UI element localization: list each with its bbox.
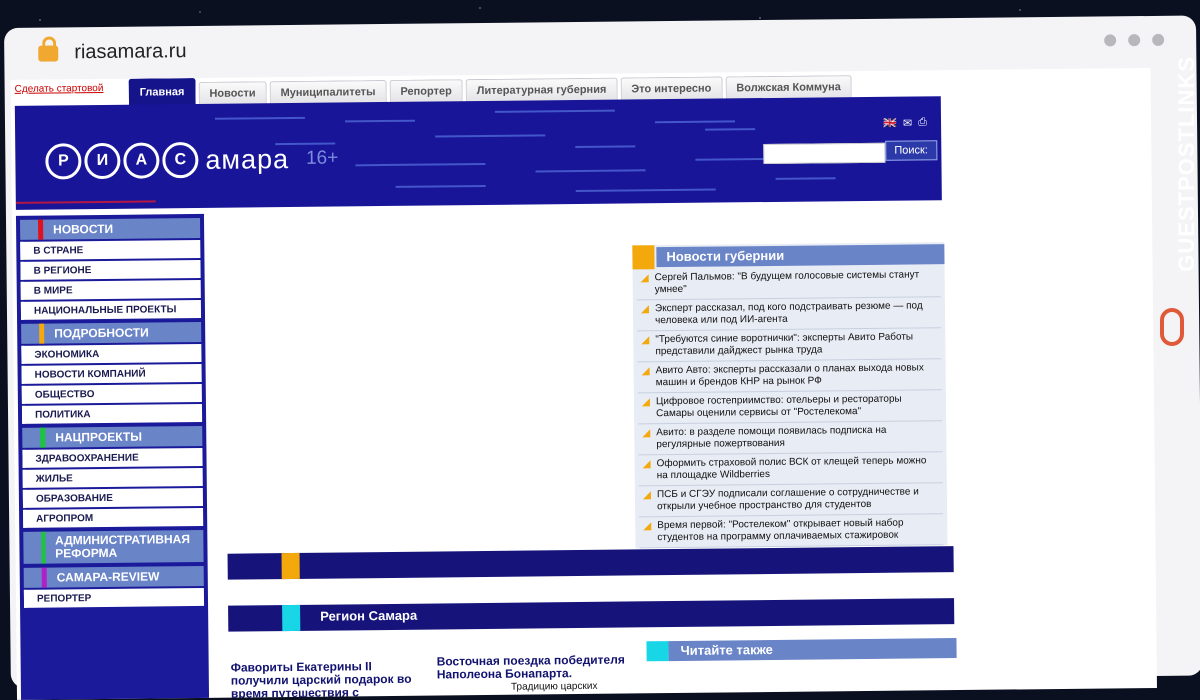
list-item[interactable]: ПСБ и СГЭУ подписали соглашение о сотруд… bbox=[638, 483, 944, 518]
logo-letter-s: С bbox=[162, 141, 199, 179]
search-input[interactable] bbox=[763, 142, 886, 165]
sidebar-item-national-projects[interactable]: НАЦИОНАЛЬНЫЕ ПРОЕКТЫ bbox=[20, 299, 202, 320]
sidebar-item-company-news[interactable]: НОВОСТИ КОМПАНИЙ bbox=[21, 363, 202, 384]
read-also-header: Читайте также bbox=[646, 638, 957, 662]
article-title[interactable]: Восточная поездка победителя Наполеона Б… bbox=[437, 653, 637, 682]
tab-municipalities[interactable]: Муниципалитеты bbox=[269, 79, 387, 105]
list-item[interactable]: Авито: в разделе помощи появилась подпис… bbox=[638, 421, 943, 456]
uk-flag-icon[interactable]: 🇬🇧 bbox=[883, 117, 897, 130]
make-start-link[interactable]: Сделать стартовой bbox=[15, 83, 104, 95]
province-news-block: Новости губернии Сергей Пальмов: "В буду… bbox=[632, 242, 948, 549]
tab-home[interactable]: Главная bbox=[128, 77, 196, 106]
web-page: Сделать стартовой Главная Новости Муници… bbox=[10, 67, 1157, 700]
age-rating: 16+ bbox=[305, 147, 339, 169]
search-button[interactable]: Поиск: bbox=[885, 140, 937, 161]
province-news-title: Новости губернии bbox=[656, 244, 945, 268]
window-dot-icon[interactable] bbox=[1104, 34, 1117, 47]
site-logo[interactable]: Р И А С амара 16+ bbox=[45, 141, 338, 180]
lock-icon bbox=[38, 45, 59, 62]
header-banner: Р И А С амара 16+ 🇬🇧 ✉ ⎙ Поиск: bbox=[14, 96, 942, 210]
divider-band bbox=[227, 546, 954, 580]
list-item[interactable]: Авито Авто: эксперты рассказали о планах… bbox=[637, 359, 942, 394]
list-item[interactable]: Время первой: "Ростелеком" открывает нов… bbox=[639, 514, 944, 549]
sidebar-section-news[interactable]: НОВОСТИ bbox=[20, 217, 201, 240]
sidebar-item-housing[interactable]: ЖИЛЬЕ bbox=[22, 467, 203, 488]
sidebar-section-samara-review[interactable]: САМАРА-REVIEW bbox=[23, 565, 204, 588]
list-item[interactable]: Сергей Пальмов: "В будущем голосовые сис… bbox=[636, 266, 941, 301]
sidebar-item-reporter[interactable]: РЕПОРТЕР bbox=[23, 587, 205, 608]
sidebar-item-economy[interactable]: ЭКОНОМИКА bbox=[21, 343, 202, 364]
sidebar-item-politics[interactable]: ПОЛИТИКА bbox=[21, 403, 203, 424]
section-marker bbox=[632, 245, 655, 270]
sidebar-item-region[interactable]: В РЕГИОНЕ bbox=[20, 259, 201, 280]
mail-icon[interactable]: ✉ bbox=[903, 116, 912, 129]
read-also-title: Читайте также bbox=[668, 638, 957, 662]
sidebar-item-education[interactable]: ОБРАЗОВАНИЕ bbox=[22, 487, 204, 508]
list-item[interactable]: Оформить страховой полис ВСК от клещей т… bbox=[638, 452, 943, 487]
section-marker bbox=[646, 641, 669, 662]
window-dot-icon[interactable] bbox=[1152, 33, 1165, 46]
tab-volga-kommuna[interactable]: Волжская Коммуна bbox=[725, 75, 852, 100]
tab-interesting[interactable]: Это интересно bbox=[620, 76, 723, 101]
sidebar-section-details[interactable]: ПОДРОБНОСТИ bbox=[21, 321, 202, 344]
logo-letter-i: И bbox=[84, 142, 121, 180]
logo-letter-r: Р bbox=[45, 143, 82, 180]
article-title[interactable]: Фавориты Екатерины II получили царский п… bbox=[231, 659, 426, 700]
sidebar-item-country[interactable]: В СТРАНЕ bbox=[20, 239, 201, 260]
sidebar-item-healthcare[interactable]: ЗДРАВООХРАНЕНИЕ bbox=[22, 447, 203, 468]
sidebar-item-world[interactable]: В МИРЕ bbox=[20, 279, 201, 300]
tab-literary[interactable]: Литературная губерния bbox=[465, 77, 618, 103]
sidebar-section-natprojects[interactable]: НАЦПРОЕКТЫ bbox=[22, 425, 203, 448]
logo-text: амара bbox=[205, 143, 290, 175]
sidebar-section-admin-reform[interactable]: АДМИНИСТРАТИВНАЯ РЕФОРМА bbox=[23, 529, 204, 564]
sidebar-item-agro[interactable]: АГРОПРОМ bbox=[23, 507, 204, 528]
list-item[interactable]: "Требуются синие воротнички": эксперты А… bbox=[637, 328, 942, 363]
tab-reporter[interactable]: Репортер bbox=[389, 79, 463, 103]
watermark-text: GUESTPOSTLINKS bbox=[1174, 56, 1199, 272]
list-item[interactable]: Эксперт рассказал, под кого подстраивать… bbox=[636, 297, 942, 332]
browser-window: riasamara.ru Сделать стартовой Главная Н… bbox=[4, 15, 1200, 700]
window-controls bbox=[1104, 33, 1165, 47]
region-header: Регион Самара bbox=[228, 598, 955, 632]
tab-news[interactable]: Новости bbox=[198, 81, 267, 105]
header-icons: 🇬🇧 ✉ ⎙ bbox=[883, 116, 927, 129]
link-icon bbox=[1160, 308, 1184, 346]
print-icon[interactable]: ⎙ bbox=[918, 116, 927, 129]
region-title: Регион Самара bbox=[320, 607, 418, 624]
sidebar: НОВОСТИ В СТРАНЕ В РЕГИОНЕ В МИРЕ НАЦИОН… bbox=[15, 213, 210, 700]
url-text[interactable]: riasamara.ru bbox=[74, 40, 187, 64]
sidebar-item-society[interactable]: ОБЩЕСТВО bbox=[21, 383, 202, 404]
guestpostlinks-watermark: GUESTPOSTLINKS bbox=[1156, 56, 1199, 356]
list-item[interactable]: Цифровое гостеприимство: отельеры и рест… bbox=[637, 390, 943, 425]
logo-letter-a: А bbox=[123, 142, 160, 179]
article-snippet: Традицию царских bbox=[510, 680, 598, 693]
window-dot-icon[interactable] bbox=[1128, 34, 1141, 47]
